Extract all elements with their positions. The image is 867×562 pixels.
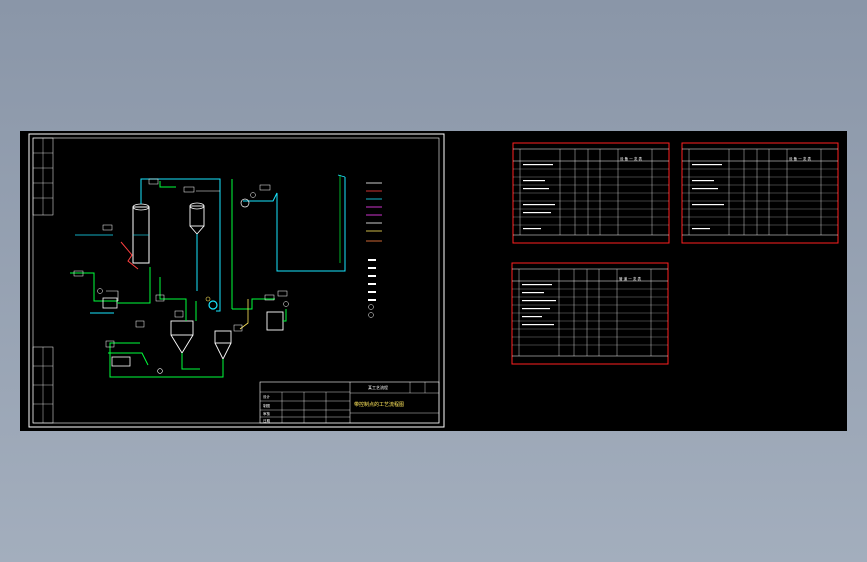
legend: [366, 182, 382, 318]
title-row-design: 设计: [263, 394, 271, 399]
process-flow-diagram: [70, 174, 346, 378]
title-row-check: 审核: [263, 411, 271, 416]
table-text-marks: [522, 164, 724, 326]
circulation-pump: [208, 300, 218, 310]
drawing-sheet: [28, 133, 445, 428]
cad-model-space[interactable]: 某工艺流程 带控制点的工艺流程图 设计 制图 审核 日期 设 备 一 览 表 设…: [20, 131, 847, 431]
cyclone: [214, 330, 232, 344]
feed-tank: [102, 297, 118, 309]
drawing-title: 带控制点的工艺流程图: [354, 401, 404, 408]
reactor: [170, 320, 194, 336]
table-3-header: 管 道 一 览 表: [619, 276, 641, 281]
pump-symbol: [240, 198, 250, 208]
table-1-header: 设 备 一 览 表: [620, 156, 642, 161]
cad-drawing: 某工艺流程 带控制点的工艺流程图 设计 制图 审核 日期 设 备 一 览 表 设…: [28, 133, 839, 428]
title-row-date: 日期: [263, 418, 271, 423]
title-block: 某工艺流程 带控制点的工艺流程图 设计 制图 审核 日期: [259, 381, 440, 424]
receiver-tank: [266, 311, 284, 331]
equipment-table-3: 管 道 一 览 表: [511, 262, 669, 365]
title-block-label-top: 某工艺流程: [368, 384, 388, 390]
settling-tank: [111, 356, 131, 367]
instrument-tags: [73, 178, 289, 348]
title-row-draw: 制图: [263, 403, 271, 408]
table-2-header: 设 备 一 览 表: [789, 156, 811, 161]
